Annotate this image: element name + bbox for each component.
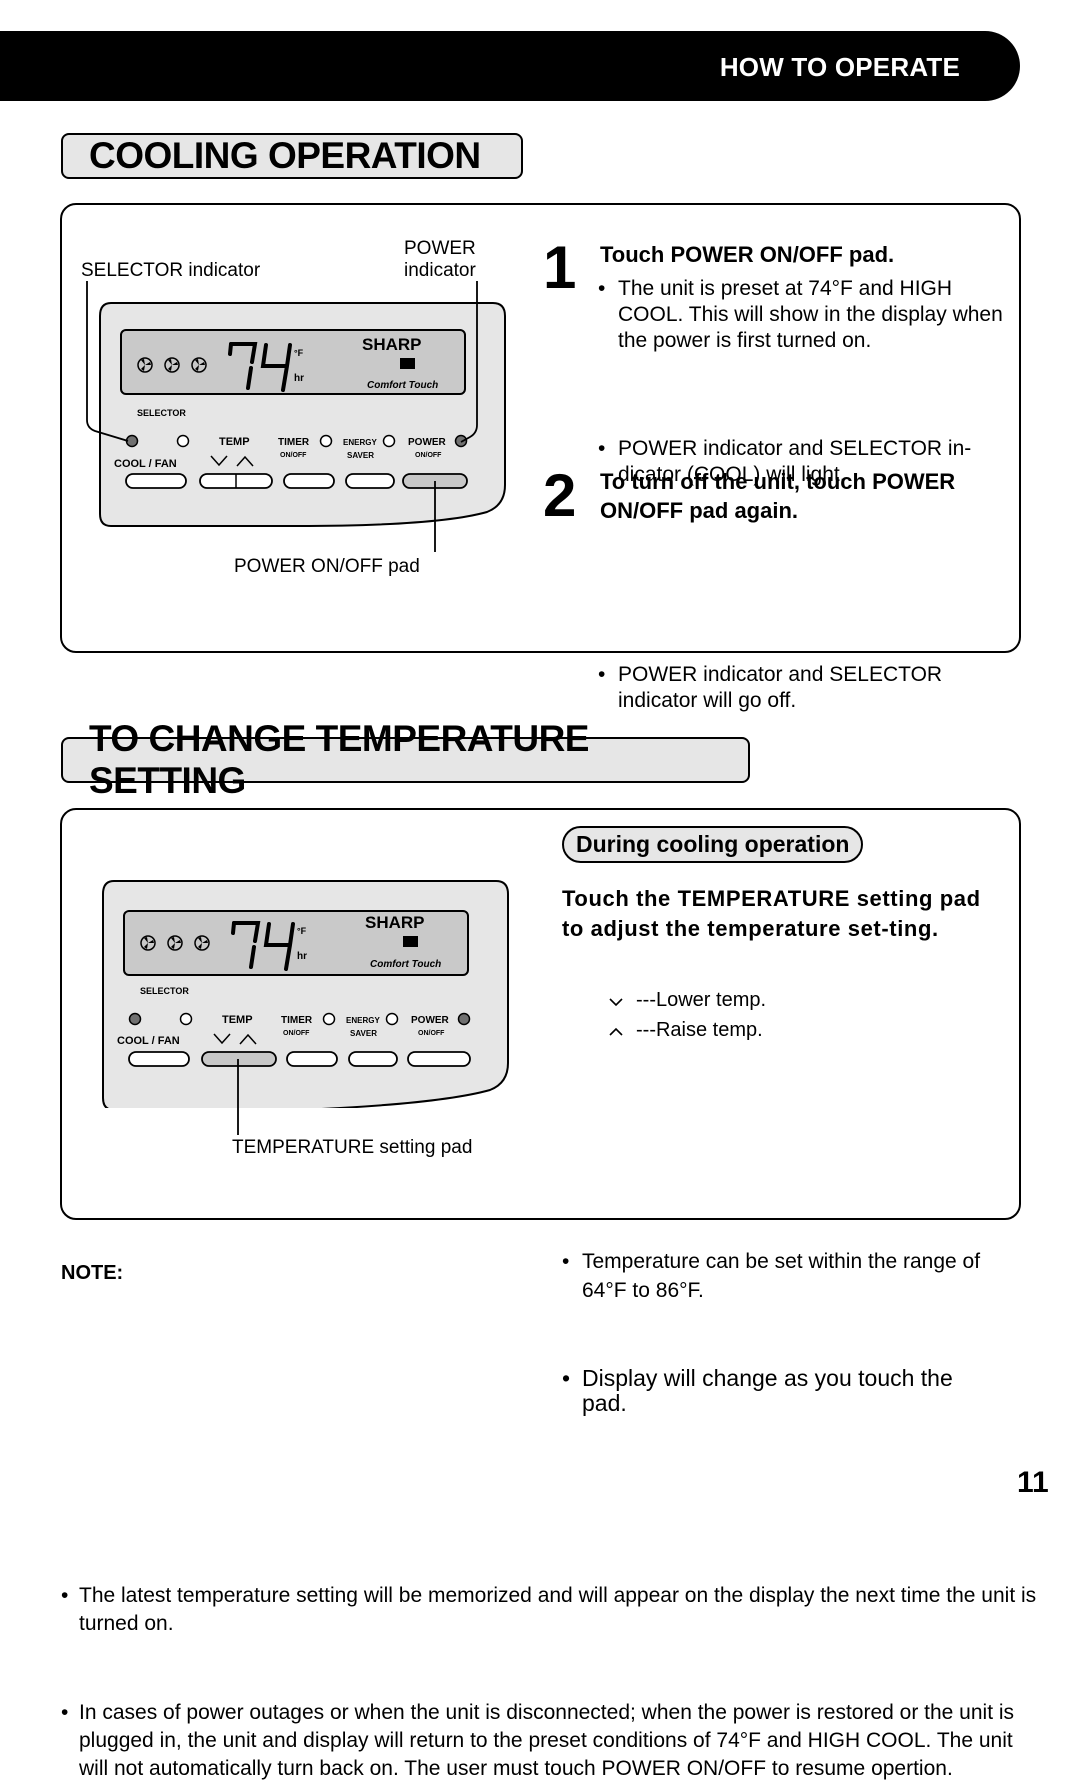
power-sub-label: ON/OFF — [418, 1030, 445, 1037]
step-1-bullet-1: The unit is preset at 74°F and HIGH COOL… — [598, 276, 1018, 354]
brand-emblem-icon — [403, 936, 418, 947]
temp-label: TEMP — [222, 1014, 253, 1026]
note-title: NOTE: — [61, 1262, 124, 1284]
step-1-heading: Touch POWER ON/OFF pad. — [600, 242, 895, 267]
legend-raise-text: ---Raise temp. — [636, 1019, 763, 1041]
mode-pill: During cooling operation — [562, 826, 864, 863]
energy-indicator — [385, 1012, 399, 1026]
unit-hr-label: hr — [297, 951, 307, 962]
unit-f-label: °F — [297, 926, 307, 936]
fan-indicator — [179, 1012, 193, 1026]
note-item-2: In cases of power outages or when the un… — [61, 1699, 1041, 1783]
step-1-number: 1 — [543, 234, 577, 301]
page-number: 11 — [1017, 1466, 1049, 1499]
legend-lower-text: ---Lower temp. — [636, 989, 767, 1011]
step-2-heading: To turn off the unit, touch POWER ON/OFF… — [600, 469, 956, 523]
power-indicator-on — [457, 1012, 471, 1026]
step-2-number: 2 — [543, 462, 577, 529]
legend-lower: ---Lower temp. — [608, 989, 766, 1012]
chevron-up-icon — [609, 1027, 623, 1036]
energy-sub-label: SAVER — [350, 1029, 377, 1038]
energy-saver-pad[interactable] — [348, 1051, 398, 1067]
cool-indicator-on — [128, 1012, 142, 1026]
callout-lines — [86, 281, 478, 552]
temperature-pad-callout-line — [237, 1059, 239, 1135]
brand-tagline: Comfort Touch — [370, 959, 441, 970]
temperature-range-bullet: Temperature can be set within the range … — [562, 1247, 1022, 1305]
brand-logo: SHARP — [365, 913, 425, 932]
energy-label: ENERGY — [346, 1016, 380, 1025]
section-label: HOW TO OPERATE — [719, 52, 960, 82]
step-2-bullet-1: POWER indicator and SELECTOR indicator w… — [598, 662, 1018, 714]
selector-label: SELECTOR — [140, 986, 189, 996]
legend-raise: ---Raise temp. — [608, 1019, 763, 1042]
temperature-setting-title: TO CHANGE TEMPERATURE SETTING — [61, 718, 750, 801]
temperature-pad-callout: TEMPERATURE setting pad — [232, 1137, 473, 1158]
chevron-down-icon — [609, 998, 623, 1006]
temperature-instruction: Touch the TEMPERATURE setting pad to adj… — [562, 886, 981, 941]
timer-indicator — [322, 1012, 336, 1026]
display-change-bullet: Display will change as you touch the pad… — [562, 1366, 972, 1416]
timer-sub-label: ON/OFF — [283, 1030, 310, 1037]
note-item-1: The latest temperature setting will be m… — [61, 1582, 1041, 1638]
power-label: POWER — [411, 1015, 450, 1026]
timer-label: TIMER — [281, 1015, 313, 1026]
power-onoff-pad[interactable] — [407, 1051, 471, 1067]
